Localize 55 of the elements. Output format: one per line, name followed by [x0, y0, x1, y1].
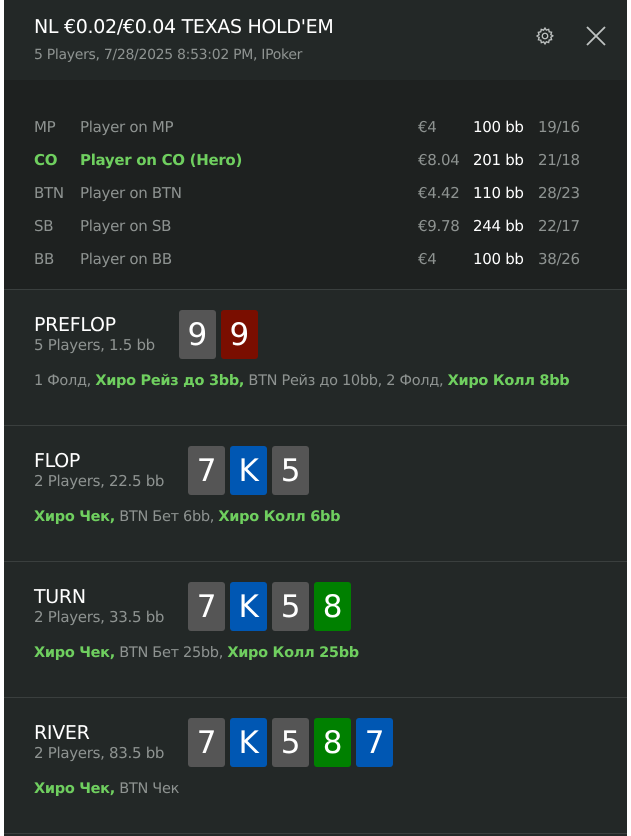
player-stack-bb: 100 bb: [473, 250, 525, 268]
player-position: BTN: [34, 184, 65, 202]
player-stack: €4: [418, 250, 438, 268]
street-name: FLOP: [34, 450, 82, 472]
player-stats: 21/18: [538, 150, 581, 168]
settings-icon[interactable]: [535, 26, 555, 46]
playing-card: 9: [220, 310, 258, 359]
player-stack-bb: 110 bb: [473, 184, 525, 202]
playing-card: K: [230, 718, 268, 767]
playing-card: 9: [178, 310, 216, 359]
action-summary: 1 Фолд, Хиро Рейз до 3bb, BTN Рейз до 10bb, 2 Фолд, Хиро Колл 8bb: [34, 373, 570, 389]
player-stats: 19/16: [538, 118, 581, 136]
playing-card: 7: [188, 718, 226, 767]
playing-card: 5: [272, 582, 310, 631]
playing-card: 8: [314, 718, 352, 767]
player-stack-bb: 201 bb: [473, 150, 525, 168]
player-name: Player on BTN: [80, 184, 183, 202]
player-name: Player on CO (Hero): [80, 150, 243, 168]
player-name: Player on SB: [80, 216, 172, 234]
playing-card: 7: [356, 718, 394, 767]
playing-card: 5: [272, 446, 310, 495]
street-info: 2 Players, 33.5 bb: [34, 608, 164, 626]
playing-card: K: [230, 582, 268, 631]
street-info: 2 Players, 83.5 bb: [34, 744, 164, 762]
player-stack: €9.78: [418, 216, 460, 234]
playing-card: 7: [188, 582, 226, 631]
player-stack: €8.04: [418, 150, 460, 168]
street-name: RIVER: [34, 722, 91, 744]
close-icon[interactable]: [585, 25, 607, 47]
player-stack-bb: 244 bb: [473, 216, 525, 234]
player-position: BB: [34, 250, 55, 268]
player-stack: €4.42: [418, 184, 460, 202]
playing-card: 8: [314, 582, 352, 631]
player-stats: 38/26: [538, 250, 581, 268]
player-position: SB: [34, 216, 54, 234]
action-summary: Хиро Чек, BTN Чек: [34, 781, 180, 797]
player-name: Player on BB: [80, 250, 173, 268]
player-name: Player on MP: [80, 118, 174, 136]
playing-card: 7: [188, 446, 226, 495]
street-name: PREFLOP: [34, 314, 117, 336]
playing-card: K: [230, 446, 268, 495]
player-stack: €4: [418, 118, 438, 136]
player-position: CO: [34, 150, 58, 168]
street-name: TURN: [34, 586, 87, 608]
action-summary: Хиро Чек, BTN Бет 6bb, Хиро Колл 6bb: [34, 509, 342, 525]
player-stack-bb: 100 bb: [473, 118, 525, 136]
hand-subtitle: 5 Players, 7/28/2025 8:53:02 PM, IPoker: [34, 47, 304, 63]
street-info: 5 Players, 1.5 bb: [34, 336, 155, 354]
player-stats: 22/17: [538, 216, 581, 234]
street-info: 2 Players, 22.5 bb: [34, 472, 164, 490]
playing-card: 5: [272, 718, 310, 767]
hand-title: NL €0.02/€0.04 TEXAS HOLD'EM: [34, 16, 334, 38]
action-summary: Хиро Чек, BTN Бет 25bb, Хиро Колл 25bb: [34, 645, 360, 661]
player-position: MP: [34, 118, 56, 136]
player-stats: 28/23: [538, 184, 581, 202]
